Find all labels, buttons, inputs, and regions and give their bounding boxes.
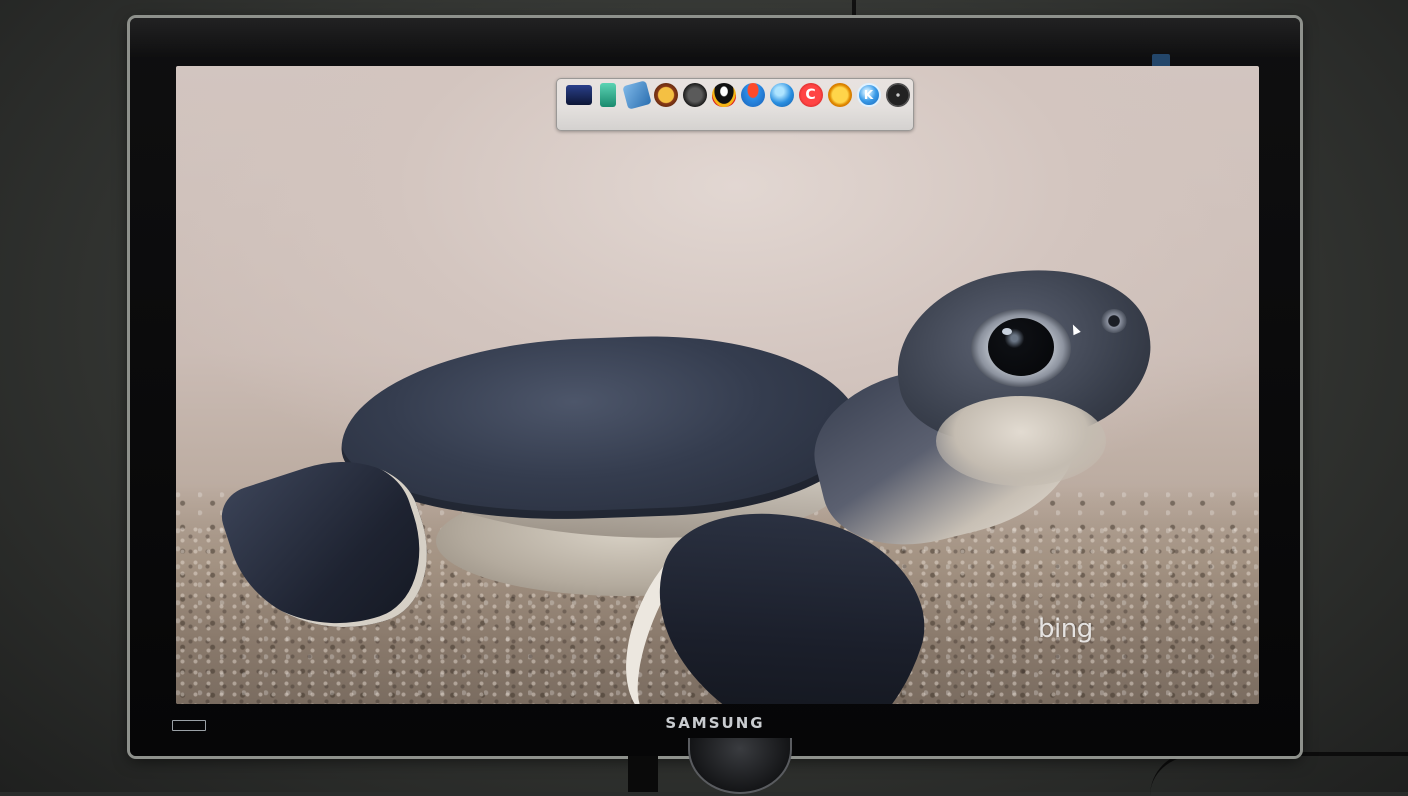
desktop-screen[interactable]: C K bing — [176, 66, 1259, 704]
tools-icon — [621, 79, 652, 110]
dock-item-c[interactable]: C — [797, 81, 824, 108]
dock-item-files[interactable] — [594, 81, 621, 108]
turtle-eye-glint — [1002, 328, 1012, 335]
dock-item-tools[interactable] — [621, 79, 652, 110]
music-icon — [827, 82, 852, 107]
dock-item-disc[interactable] — [884, 81, 911, 108]
dock-item-monitor[interactable] — [565, 81, 592, 108]
dock-item-k[interactable]: K — [855, 81, 882, 108]
turtle-eye — [988, 318, 1054, 376]
dock-item-qq[interactable] — [710, 81, 737, 108]
crossfire-icon — [682, 82, 707, 107]
app-dock: C K — [556, 78, 914, 131]
dock-item-game[interactable] — [652, 81, 679, 108]
bing-watermark: bing — [1038, 614, 1093, 644]
power-cable — [1150, 752, 1408, 796]
dock-item-browser[interactable] — [768, 81, 795, 108]
k-letter-icon: K — [856, 82, 881, 107]
qq-penguin-icon — [711, 82, 736, 107]
monitor-icon — [565, 84, 592, 105]
dock-item-music[interactable] — [826, 81, 853, 108]
dock-item-crossfire[interactable] — [681, 81, 708, 108]
monitor: C K bing SAMSUNG — [130, 18, 1300, 756]
browser-icon — [769, 82, 794, 107]
turtle-nostril — [1101, 309, 1127, 333]
monitor-sheen — [130, 18, 1300, 58]
monitor-cable-bottom — [628, 756, 658, 792]
disc-icon — [885, 82, 910, 107]
qq-game-icon — [740, 82, 765, 107]
monitor-brand-logo: SAMSUNG — [665, 714, 765, 732]
wallpaper-turtle — [176, 66, 1259, 704]
files-icon — [599, 82, 616, 107]
turtle-jaw — [936, 396, 1106, 486]
c-letter-icon: C — [798, 82, 823, 107]
game-icon — [653, 82, 678, 107]
dock-items: C K — [565, 79, 911, 110]
dock-item-qq-game[interactable] — [739, 81, 766, 108]
